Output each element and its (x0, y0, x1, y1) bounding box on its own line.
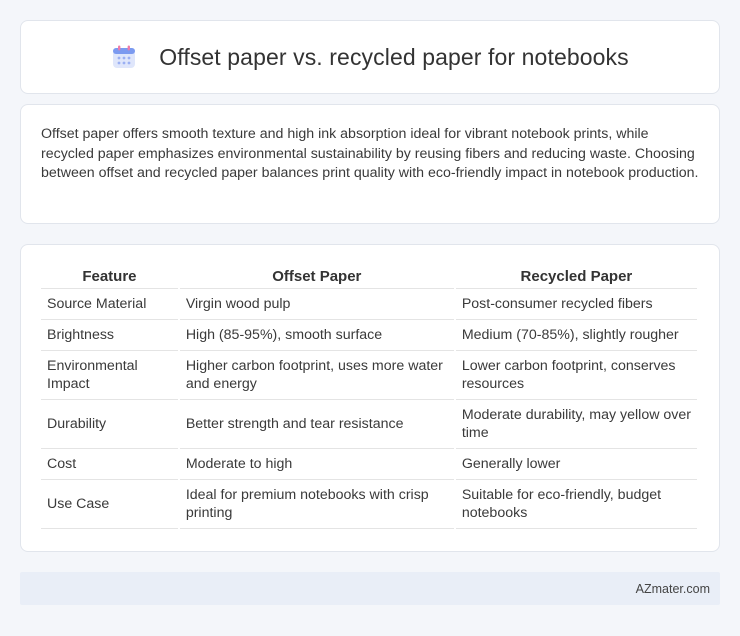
title-card: Offset paper vs. recycled paper for note… (20, 20, 720, 94)
description-text: Offset paper offers smooth texture and h… (41, 126, 699, 181)
table-header-row: Feature Offset Paper Recycled Paper (41, 265, 697, 289)
table-row: Durability Better strength and tear resi… (41, 400, 697, 449)
column-header-feature: Feature (41, 265, 178, 289)
comparison-card: Feature Offset Paper Recycled Paper Sour… (20, 244, 720, 552)
column-header-offset: Offset Paper (179, 265, 454, 289)
recycled-cell: Medium (70-85%), slightly rougher (455, 320, 697, 351)
offset-cell: Better strength and tear resistance (179, 400, 454, 449)
table-row: Use Case Ideal for premium notebooks wit… (41, 480, 697, 529)
recycled-cell: Suitable for eco-friendly, budget notebo… (455, 480, 697, 529)
offset-cell: Ideal for premium notebooks with crisp p… (179, 480, 454, 529)
offset-cell: Virgin wood pulp (179, 289, 454, 320)
recycled-cell: Moderate durability, may yellow over tim… (455, 400, 697, 449)
footer-bar: AZmater.com (20, 572, 720, 605)
offset-cell: Moderate to high (179, 449, 454, 480)
column-header-recycled: Recycled Paper (455, 265, 697, 289)
offset-cell: High (85-95%), smooth surface (179, 320, 454, 351)
feature-cell: Brightness (41, 320, 178, 351)
footer-brand: AZmater.com (635, 581, 710, 596)
recycled-cell: Lower carbon footprint, conserves resour… (455, 351, 697, 400)
recycled-cell: Post-consumer recycled fibers (455, 289, 697, 320)
recycled-cell: Generally lower (455, 449, 697, 480)
feature-cell: Durability (41, 400, 178, 449)
table-row: Environmental Impact Higher carbon footp… (41, 351, 697, 400)
page-title: Offset paper vs. recycled paper for note… (159, 43, 629, 70)
offset-cell: Higher carbon footprint, uses more water… (179, 351, 454, 400)
table-row: Source Material Virgin wood pulp Post-co… (41, 289, 697, 320)
feature-cell: Environmental Impact (41, 351, 178, 400)
description-card: Offset paper offers smooth texture and h… (20, 104, 720, 224)
feature-cell: Cost (41, 449, 178, 480)
table-row: Brightness High (85-95%), smooth surface… (41, 320, 697, 351)
table-row: Cost Moderate to high Generally lower (41, 449, 697, 480)
feature-cell: Use Case (41, 480, 178, 529)
comparison-table: Feature Offset Paper Recycled Paper Sour… (39, 265, 699, 529)
calendar-icon (111, 44, 137, 70)
feature-cell: Source Material (41, 289, 178, 320)
